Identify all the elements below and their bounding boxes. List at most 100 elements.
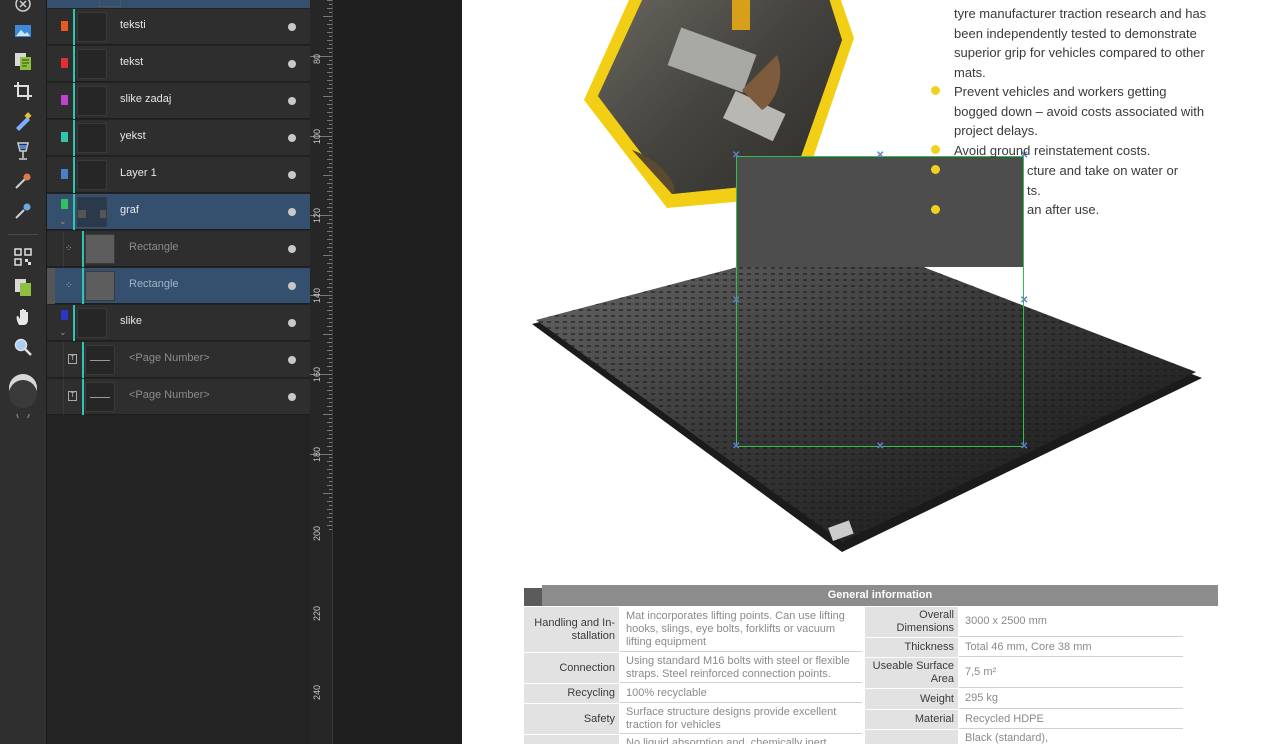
bullet-dot <box>931 205 940 214</box>
layer-row-partial[interactable] <box>47 0 310 8</box>
close-circle-icon[interactable] <box>11 0 35 16</box>
layer-row-layer-1[interactable]: Layer 1 <box>47 157 310 193</box>
drag-handle[interactable] <box>47 268 55 304</box>
zoom-icon[interactable] <box>11 335 35 359</box>
chevron-down-icon[interactable]: ⌄ <box>59 327 67 338</box>
ruler-tick <box>327 517 332 519</box>
transparency-tool-icon[interactable] <box>11 139 35 163</box>
visibility-dot[interactable] <box>288 208 296 216</box>
resize-handle-r[interactable]: ✕ <box>1020 296 1028 306</box>
table-value: 295 kg <box>959 689 1183 709</box>
ruler-tick <box>329 449 332 451</box>
ruler-tick <box>329 83 332 85</box>
table-label: Connection <box>524 653 619 683</box>
eyedropper-icon[interactable] <box>11 199 35 223</box>
visibility-dot[interactable] <box>288 245 296 253</box>
ruler-tick <box>327 381 332 383</box>
visibility-dot[interactable] <box>288 134 296 142</box>
ruler-tick <box>329 282 332 284</box>
layer-row-tekst[interactable]: tekst <box>47 46 310 82</box>
selected-rectangle[interactable] <box>736 156 1024 447</box>
ruler-tick <box>327 397 332 399</box>
visibility-dot[interactable] <box>288 60 296 68</box>
vertical-ruler[interactable]: 80 100 120 140 160 180 200 220 240 <box>310 0 333 744</box>
table-header: General information <box>542 585 1218 606</box>
layer-row-rectangle-2[interactable]: ⁘ Rectangle <box>47 268 310 304</box>
layer-row-graf[interactable]: ⌄ graf <box>47 194 310 230</box>
ruler-tick <box>329 521 332 523</box>
place-image-icon-2[interactable] <box>11 275 35 299</box>
color-picker-icon[interactable] <box>11 169 35 193</box>
ruler-tick <box>329 226 332 228</box>
ruler-label: 220 <box>312 605 322 621</box>
ruler-tick <box>329 290 332 292</box>
layer-thumbnail <box>77 123 107 153</box>
ruler-tick <box>329 131 332 133</box>
ruler-tick <box>329 457 332 459</box>
ruler-tick <box>329 385 332 387</box>
layer-row-rectangle-1[interactable]: ⁘ Rectangle <box>47 231 310 267</box>
bullet-item-4: cture and take on water or ts. <box>1027 161 1178 200</box>
ruler-tick <box>329 59 332 61</box>
layer-thumbnail <box>77 197 107 227</box>
ruler-tick <box>329 75 332 77</box>
chevron-down-icon[interactable]: ⌄ <box>59 216 67 227</box>
ruler-tick <box>329 513 332 515</box>
color-swatch-icon[interactable] <box>7 372 39 418</box>
visibility-dot[interactable] <box>288 319 296 327</box>
layer-thumbnail <box>77 86 107 116</box>
resize-handle-t[interactable]: ✕ <box>876 151 884 161</box>
place-image-icon[interactable] <box>11 49 35 73</box>
ruler-tick <box>329 330 332 332</box>
layer-indent-line <box>82 379 84 415</box>
layer-row-slike[interactable]: ⌄ slike <box>47 305 310 341</box>
image-icon[interactable] <box>11 19 35 43</box>
ruler-tick <box>327 127 332 129</box>
ruler-tick <box>329 433 332 435</box>
visibility-dot[interactable] <box>288 356 296 364</box>
ruler-label: 140 <box>312 287 322 303</box>
layer-thumbnail <box>85 345 115 375</box>
crop-icon[interactable] <box>11 79 35 103</box>
table-label: Recycling <box>524 684 619 703</box>
layer-color-tag <box>61 95 68 105</box>
layer-row-slike-zadaj[interactable]: slike zadaj <box>47 83 310 119</box>
fill-brush-icon[interactable] <box>11 109 35 133</box>
layer-row-page-number-2[interactable]: T <Page Number> <box>47 379 310 415</box>
ruler-tick <box>329 28 332 30</box>
text-line: cture and take on water or <box>1027 163 1179 178</box>
resize-handle-l[interactable]: ✕ <box>732 296 740 306</box>
visibility-dot[interactable] <box>288 393 296 401</box>
layer-name: slike zadaj <box>120 93 172 105</box>
ruler-tick <box>327 24 332 26</box>
document-page[interactable]: ✕ ✕ ✕ ✕ ✕ ✕ ✕ ✕ tyre manufacturer tracti… <box>462 0 1274 744</box>
ruler-tick <box>329 187 332 189</box>
ruler-tick <box>329 52 332 54</box>
layer-row-yekst[interactable]: yekst <box>47 120 310 156</box>
layer-row-teksti[interactable]: teksti <box>47 9 310 45</box>
visibility-dot[interactable] <box>288 23 296 31</box>
resize-handle-bl[interactable]: ✕ <box>732 442 740 452</box>
ruler-tick <box>327 326 332 328</box>
ruler-tick <box>323 175 332 177</box>
resize-handle-br[interactable]: ✕ <box>1020 442 1028 452</box>
layer-thumbnail <box>85 234 115 264</box>
ruler-tick <box>329 306 332 308</box>
ruler-tick <box>329 211 332 213</box>
ruler-tick <box>329 36 332 38</box>
resize-handle-tl[interactable]: ✕ <box>732 151 740 161</box>
table-label <box>524 735 619 744</box>
layer-row-page-number-1[interactable]: T <Page Number> <box>47 342 310 378</box>
visibility-dot[interactable] <box>288 282 296 290</box>
table-value: 100% recyclable <box>620 684 862 703</box>
qr-code-icon[interactable] <box>11 245 35 269</box>
layer-name: <Page Number> <box>129 389 210 401</box>
ruler-tick <box>329 258 332 260</box>
ruler-tick <box>329 441 332 443</box>
ruler-tick <box>329 505 332 507</box>
visibility-dot[interactable] <box>288 171 296 179</box>
hand-icon[interactable] <box>11 305 35 329</box>
ruler-tick <box>327 143 332 145</box>
visibility-dot[interactable] <box>288 97 296 105</box>
resize-handle-b[interactable]: ✕ <box>876 442 884 452</box>
